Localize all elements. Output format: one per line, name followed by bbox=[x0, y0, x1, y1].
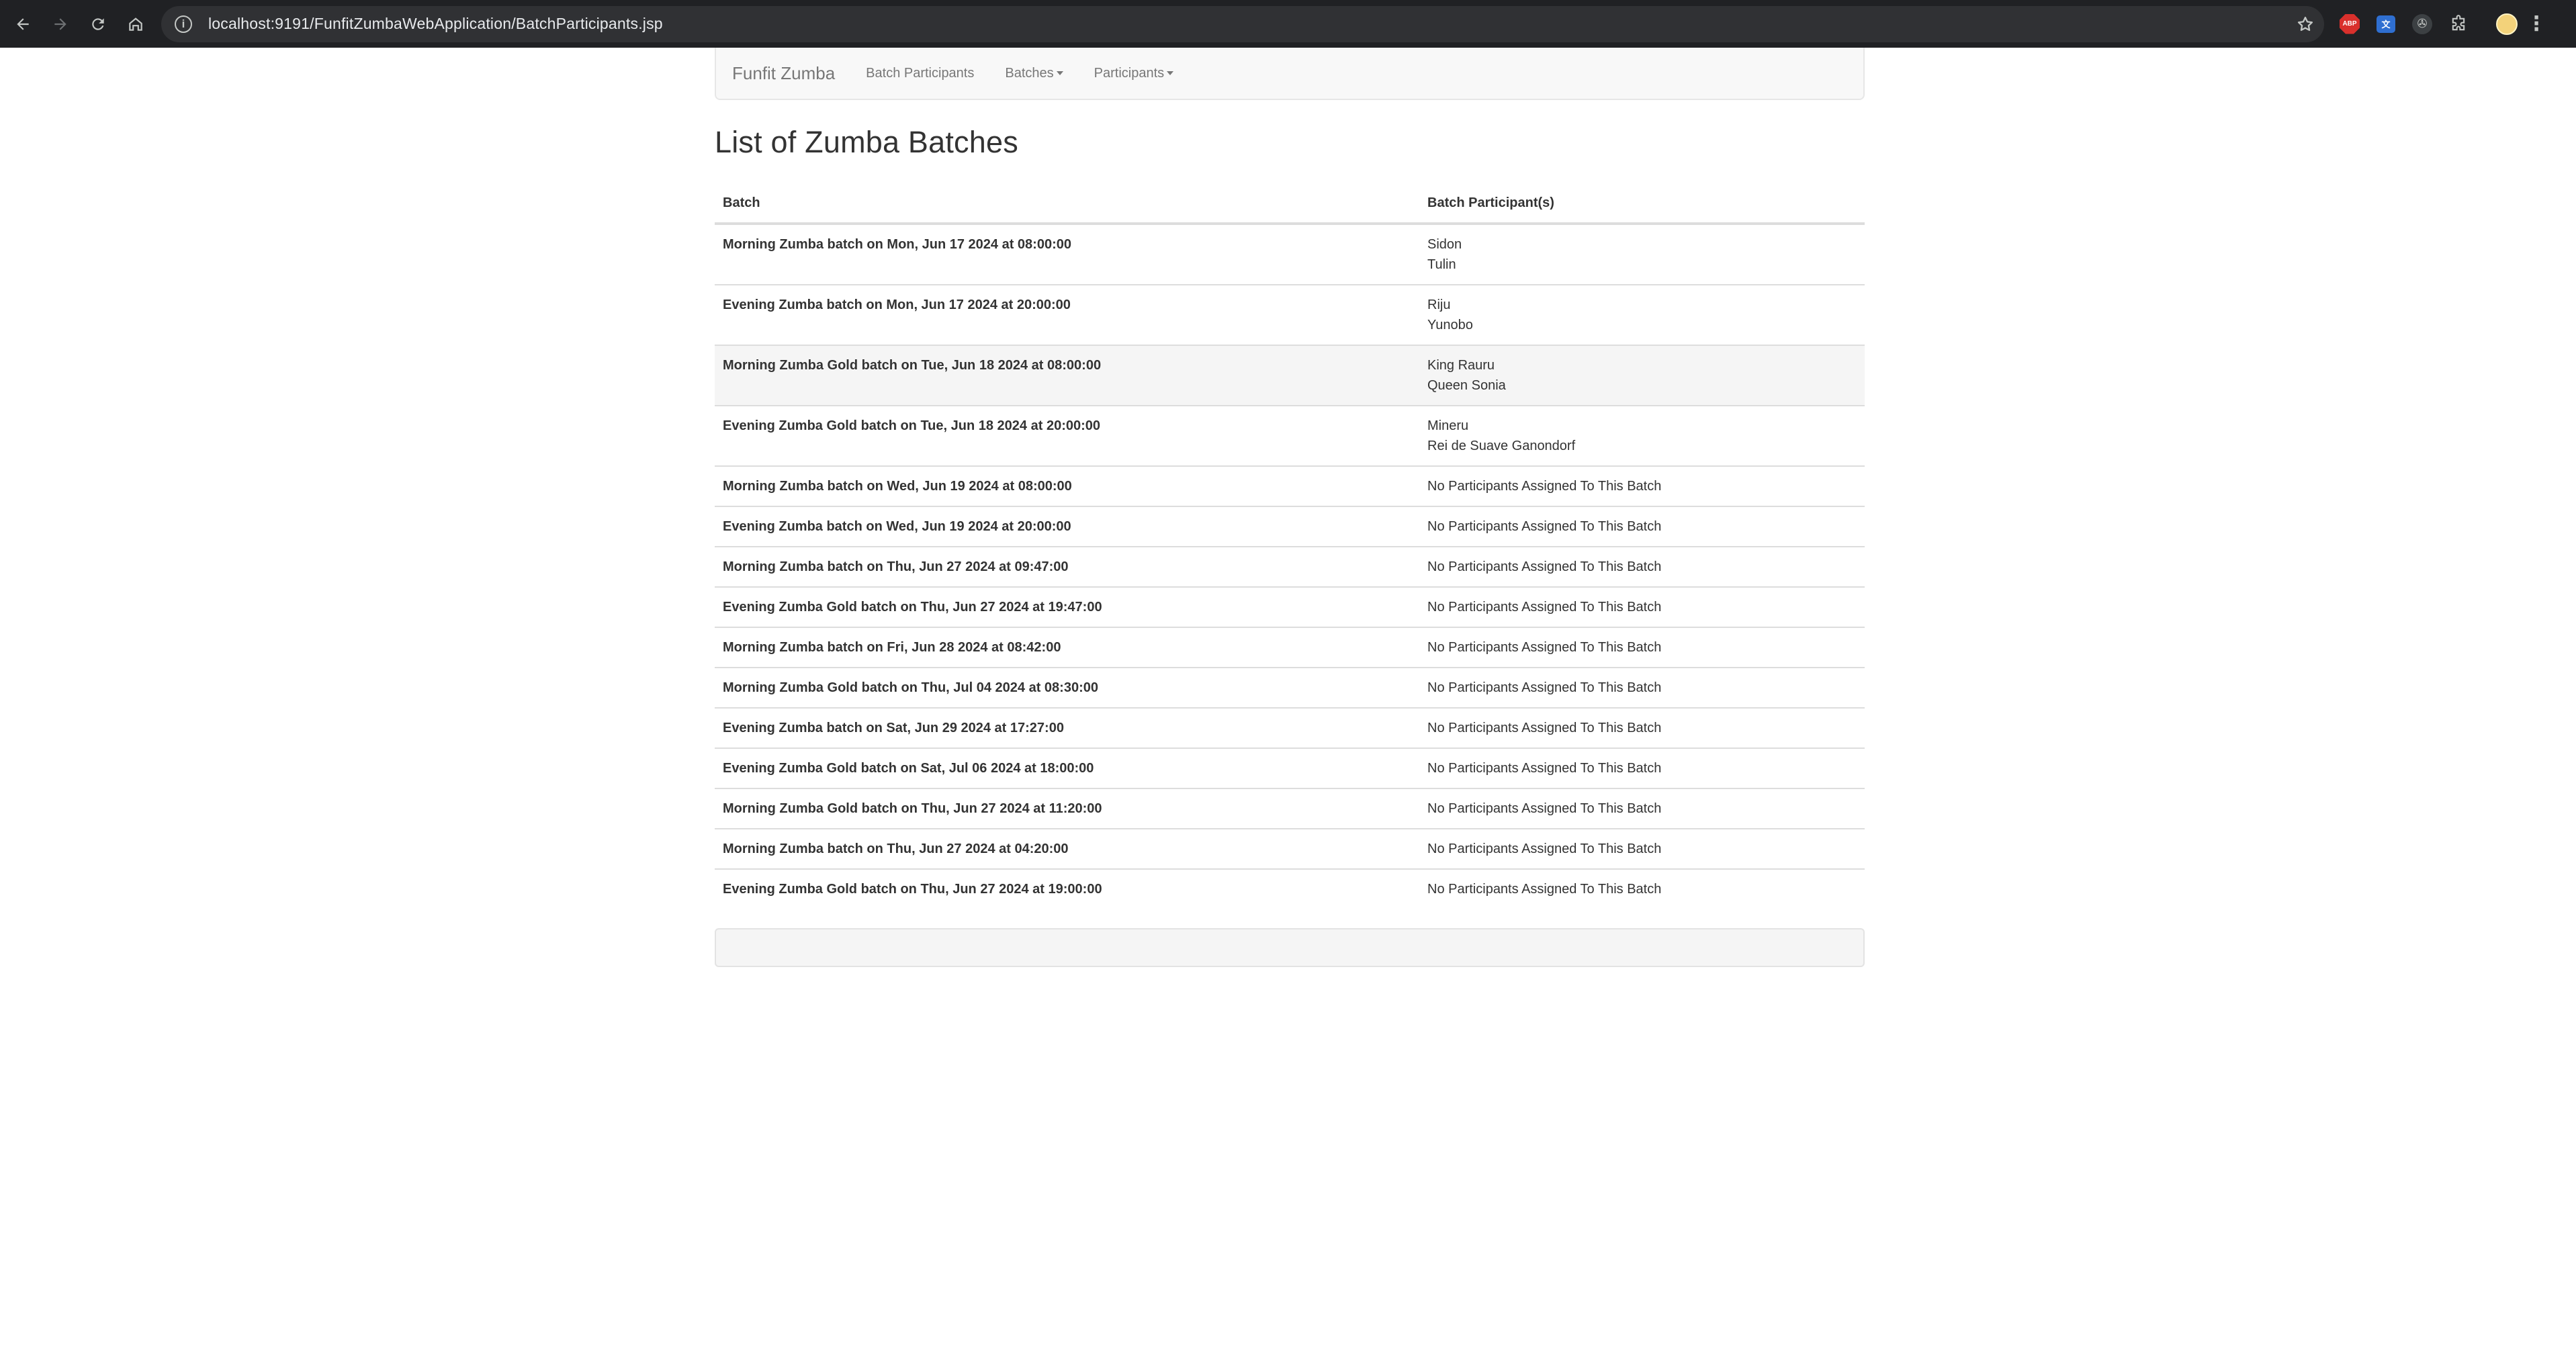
table-row: Morning Zumba batch on Wed, Jun 19 2024 … bbox=[715, 465, 1865, 506]
participant-name: No Participants Assigned To This Batch bbox=[1427, 519, 1662, 534]
participants-cell: No Participants Assigned To This Batch bbox=[1419, 506, 1865, 547]
participants-cell: No Participants Assigned To This Batch bbox=[1419, 465, 1865, 506]
batch-cell: Evening Zumba Gold batch on Tue, Jun 18 … bbox=[715, 405, 1419, 466]
participant-name: Queen Sonia bbox=[1427, 378, 1506, 393]
participants-cell: No Participants Assigned To This Batch bbox=[1419, 828, 1865, 869]
address-bar[interactable]: i localhost:9191/FunfitZumbaWebApplicati… bbox=[161, 5, 2324, 42]
table-row: Morning Zumba Gold batch on Thu, Jul 04 … bbox=[715, 667, 1865, 708]
participant-name: Tulin bbox=[1427, 257, 1456, 272]
participant-name: King Rauru bbox=[1427, 358, 1495, 373]
table-head: Batch Batch Participant(s) bbox=[715, 184, 1865, 225]
translate-extension-icon[interactable]: 文 bbox=[2371, 9, 2401, 39]
header-batch: Batch bbox=[715, 184, 1419, 225]
batch-cell: Morning Zumba Gold batch on Thu, Jun 27 … bbox=[715, 788, 1419, 829]
nav-batches-label: Batches bbox=[1005, 65, 1054, 81]
participant-name: No Participants Assigned To This Batch bbox=[1427, 801, 1662, 816]
participant-name: No Participants Assigned To This Batch bbox=[1427, 479, 1662, 494]
nav-batch-participants-label: Batch Participants bbox=[866, 65, 975, 81]
caret-down-icon bbox=[1167, 71, 1174, 75]
participant-name: No Participants Assigned To This Batch bbox=[1427, 721, 1662, 735]
batch-cell: Evening Zumba batch on Sat, Jun 29 2024 … bbox=[715, 707, 1419, 748]
table-row: Morning Zumba Gold batch on Thu, Jun 27 … bbox=[715, 788, 1865, 829]
batch-cell: Morning Zumba Gold batch on Tue, Jun 18 … bbox=[715, 345, 1419, 406]
participant-name: No Participants Assigned To This Batch bbox=[1427, 559, 1662, 574]
nav-participants-label: Participants bbox=[1094, 65, 1165, 81]
nav-batch-participants[interactable]: Batch Participants bbox=[866, 66, 974, 81]
caret-down-icon bbox=[1056, 71, 1063, 75]
nav-batches-dropdown[interactable]: Batches bbox=[1005, 66, 1063, 81]
dark-extension-icon[interactable]: ✇ bbox=[2407, 9, 2437, 39]
navbar: Funfit Zumba Batch Participants Batches … bbox=[715, 48, 1865, 100]
participant-name: No Participants Assigned To This Batch bbox=[1427, 640, 1662, 655]
participant-name: Rei de Suave Ganondorf bbox=[1427, 439, 1576, 453]
batch-cell: Morning Zumba Gold batch on Thu, Jul 04 … bbox=[715, 667, 1419, 708]
navbar-brand[interactable]: Funfit Zumba bbox=[732, 63, 835, 84]
participants-cell: No Participants Assigned To This Batch bbox=[1419, 546, 1865, 587]
participants-cell: No Participants Assigned To This Batch bbox=[1419, 627, 1865, 668]
nav-participants-dropdown[interactable]: Participants bbox=[1094, 66, 1174, 81]
participant-name: Sidon bbox=[1427, 237, 1462, 252]
table-row: Morning Zumba batch on Fri, Jun 28 2024 … bbox=[715, 627, 1865, 668]
participant-name: No Participants Assigned To This Batch bbox=[1427, 600, 1662, 615]
browser-toolbar: i localhost:9191/FunfitZumbaWebApplicati… bbox=[0, 0, 2576, 48]
participants-cell: No Participants Assigned To This Batch bbox=[1419, 667, 1865, 708]
reload-icon[interactable] bbox=[79, 5, 117, 43]
footer-well bbox=[715, 928, 1865, 967]
table-row: Evening Zumba Gold batch on Thu, Jun 27 … bbox=[715, 586, 1865, 627]
participants-cell: Mineru Rei de Suave Ganondorf bbox=[1419, 405, 1865, 466]
participant-name: No Participants Assigned To This Batch bbox=[1427, 761, 1662, 776]
batch-cell: Evening Zumba batch on Wed, Jun 19 2024 … bbox=[715, 506, 1419, 547]
table-row: Morning Zumba batch on Thu, Jun 27 2024 … bbox=[715, 828, 1865, 869]
batch-cell: Evening Zumba Gold batch on Thu, Jun 27 … bbox=[715, 586, 1419, 627]
batch-cell: Morning Zumba batch on Thu, Jun 27 2024 … bbox=[715, 546, 1419, 587]
batch-cell: Evening Zumba Gold batch on Thu, Jun 27 … bbox=[715, 868, 1419, 909]
profile-avatar[interactable] bbox=[2496, 13, 2518, 35]
participant-name: No Participants Assigned To This Batch bbox=[1427, 842, 1662, 856]
participant-name: No Participants Assigned To This Batch bbox=[1427, 882, 1662, 897]
header-participants: Batch Participant(s) bbox=[1419, 184, 1865, 225]
page-title: List of Zumba Batches bbox=[715, 125, 1018, 159]
table-row: Morning Zumba batch on Mon, Jun 17 2024 … bbox=[715, 224, 1865, 285]
table-row: Morning Zumba batch on Thu, Jun 27 2024 … bbox=[715, 546, 1865, 587]
participants-cell: No Participants Assigned To This Batch bbox=[1419, 788, 1865, 829]
table-header-row: Batch Batch Participant(s) bbox=[715, 184, 1865, 225]
puzzle-icon[interactable] bbox=[2444, 9, 2473, 39]
batches-table: Batch Batch Participant(s) Morning Zumba… bbox=[715, 184, 1865, 909]
participants-cell: No Participants Assigned To This Batch bbox=[1419, 707, 1865, 748]
page-container: Funfit Zumba Batch Participants Batches … bbox=[715, 48, 1865, 967]
back-icon[interactable] bbox=[4, 5, 42, 43]
batch-cell: Morning Zumba batch on Mon, Jun 17 2024 … bbox=[723, 237, 1071, 252]
participant-name: Mineru bbox=[1427, 418, 1469, 433]
table-row: Evening Zumba batch on Wed, Jun 19 2024 … bbox=[715, 506, 1865, 547]
participant-name: Yunobo bbox=[1427, 318, 1473, 332]
table-body: Morning Zumba batch on Mon, Jun 17 2024 … bbox=[715, 224, 1865, 909]
url-text[interactable]: localhost:9191/FunfitZumbaWebApplication… bbox=[208, 15, 663, 33]
batch-cell: Morning Zumba batch on Wed, Jun 19 2024 … bbox=[715, 465, 1419, 506]
bookmark-star-icon[interactable] bbox=[2286, 6, 2324, 42]
table-row: Evening Zumba Gold batch on Sat, Jul 06 … bbox=[715, 747, 1865, 788]
site-info-icon[interactable]: i bbox=[175, 15, 192, 33]
table-row: Evening Zumba batch on Mon, Jun 17 2024 … bbox=[715, 284, 1865, 345]
participant-name: Riju bbox=[1427, 298, 1451, 312]
batch-cell: Morning Zumba batch on Fri, Jun 28 2024 … bbox=[715, 627, 1419, 668]
participant-name: No Participants Assigned To This Batch bbox=[1427, 680, 1662, 695]
batch-cell: Evening Zumba Gold batch on Sat, Jul 06 … bbox=[715, 747, 1419, 788]
participants-cell: No Participants Assigned To This Batch bbox=[1419, 586, 1865, 627]
table-row: Evening Zumba Gold batch on Tue, Jun 18 … bbox=[715, 405, 1865, 466]
menu-kebab-icon[interactable]: ⋮ bbox=[2523, 9, 2550, 39]
batch-cell: Evening Zumba batch on Mon, Jun 17 2024 … bbox=[715, 284, 1419, 345]
batch-cell: Morning Zumba batch on Thu, Jun 27 2024 … bbox=[715, 828, 1419, 869]
participants-cell: No Participants Assigned To This Batch bbox=[1419, 747, 1865, 788]
participants-cell: No Participants Assigned To This Batch bbox=[1419, 868, 1865, 909]
table-row: Evening Zumba Gold batch on Thu, Jun 27 … bbox=[715, 868, 1865, 909]
extensions-area: ABP 文 ✇ bbox=[2335, 9, 2473, 39]
participants-cell: Riju Yunobo bbox=[1419, 284, 1865, 345]
table-row: Morning Zumba Gold batch on Tue, Jun 18 … bbox=[715, 345, 1865, 406]
abp-icon[interactable]: ABP bbox=[2335, 9, 2364, 39]
home-icon[interactable] bbox=[117, 5, 154, 43]
participants-cell: Sidon Tulin bbox=[1419, 224, 1865, 285]
table-row: Evening Zumba batch on Sat, Jun 29 2024 … bbox=[715, 707, 1865, 748]
participants-cell: King Rauru Queen Sonia bbox=[1419, 345, 1865, 406]
forward-icon[interactable] bbox=[42, 5, 79, 43]
